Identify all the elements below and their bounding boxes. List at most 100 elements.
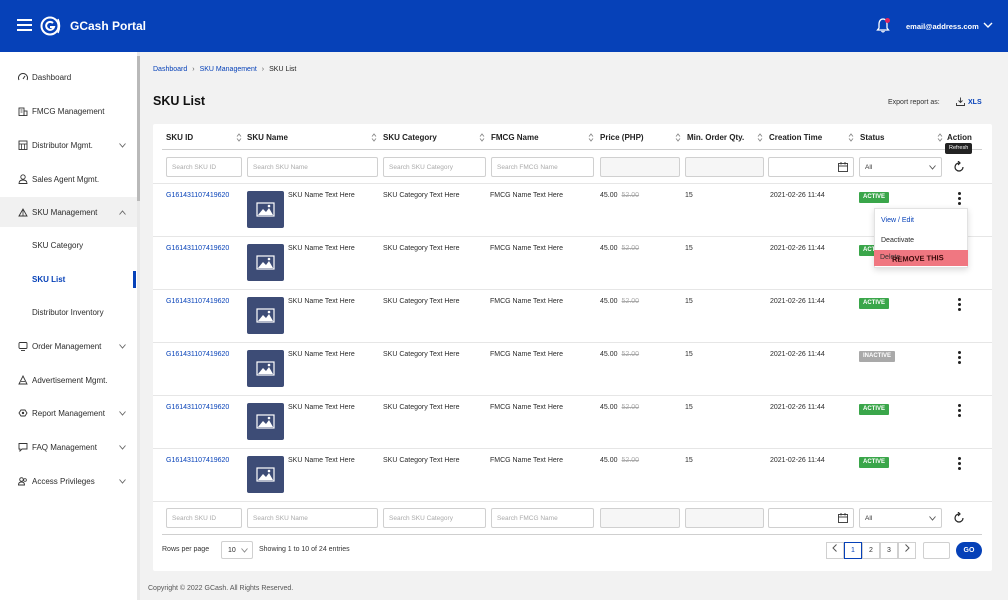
sidebar-item-dashboard[interactable]: Dashboard — [0, 62, 137, 92]
sidebar-item-fmcg-management[interactable]: FMCG Management — [0, 96, 137, 126]
sidebar-item-advertisement-mgmt[interactable]: Advertisement Mgmt. — [0, 365, 137, 395]
sku-name-filter-input[interactable]: Search SKU Name — [247, 508, 378, 528]
min-qty-filter-input[interactable] — [685, 508, 764, 528]
menu-icon[interactable] — [17, 19, 32, 31]
breadcrumb-separator-icon: › — [261, 66, 265, 73]
sidebar-item-report-management[interactable]: Report Management — [0, 398, 137, 428]
fmcg-name-filter-input[interactable]: Search FMCG Name — [491, 157, 594, 177]
sku-id-filter-input[interactable]: Search SKU ID — [166, 508, 242, 528]
sku-id-link[interactable]: G161431107419620 — [166, 404, 229, 411]
export-xls-button[interactable]: XLS — [956, 97, 982, 106]
column-header-sku-id: SKU ID — [166, 133, 194, 142]
more-actions-icon[interactable] — [954, 456, 964, 470]
more-actions-icon[interactable] — [954, 350, 964, 364]
menu-item-view-edit[interactable]: View / Edit — [875, 211, 969, 229]
sort-icon[interactable] — [757, 133, 763, 142]
min-order-qty: 15 — [685, 192, 693, 199]
sku-image-thumbnail — [247, 297, 284, 334]
sku-category: SKU Category Text Here — [383, 404, 460, 411]
sku-name: SKU Name Text Here — [288, 298, 355, 305]
fmcg-name: FMCG Name Text Here — [490, 245, 563, 252]
status-filter-value: All — [865, 164, 873, 171]
menu-item-deactivate[interactable]: Deactivate — [875, 231, 969, 249]
sidebar-scrollbar-thumb[interactable] — [137, 56, 140, 201]
active-indicator — [133, 271, 136, 288]
sort-icon[interactable] — [675, 133, 681, 142]
sort-icon[interactable] — [588, 133, 594, 142]
sku-id-link[interactable]: G161431107419620 — [166, 351, 229, 358]
rows-per-page-select[interactable]: 10 — [221, 541, 253, 559]
sku-id-link[interactable]: G161431107419620 — [166, 245, 229, 252]
refresh-icon[interactable] — [953, 512, 965, 524]
building-icon — [18, 107, 28, 116]
more-actions-icon[interactable] — [954, 297, 964, 311]
sidebar-item-order-management[interactable]: Order Management — [0, 331, 137, 361]
prev-page-button[interactable] — [826, 542, 844, 559]
fmcg-name: FMCG Name Text Here — [490, 457, 563, 464]
image-icon — [256, 467, 275, 482]
sku-category-filter-input[interactable]: Search SKU Category — [383, 157, 486, 177]
price-filter-input[interactable] — [600, 508, 680, 528]
sku-id-link[interactable]: G161431107419620 — [166, 192, 229, 199]
chevron-down-icon — [119, 445, 126, 450]
sort-icon[interactable] — [236, 133, 242, 142]
sort-icon[interactable] — [848, 133, 854, 142]
fmcg-name-filter-input[interactable]: Search FMCG Name — [491, 508, 594, 528]
sidebar-subitem-distributor-inventory[interactable]: Distributor Inventory — [0, 297, 137, 327]
page-number-input[interactable] — [923, 542, 950, 559]
sidebar-subitem-sku-list[interactable]: SKU List — [0, 264, 137, 294]
creation-time: 2021-02-26 11:44 — [770, 351, 825, 358]
sort-icon[interactable] — [937, 133, 943, 142]
go-button[interactable]: GO — [956, 542, 982, 559]
column-header-creation-time: Creation Time — [769, 133, 823, 142]
status-filter-select[interactable]: All — [859, 508, 942, 528]
sidebar-item-faq-management[interactable]: FAQ Management — [0, 432, 137, 462]
calendar-icon[interactable] — [838, 513, 848, 523]
sku-category: SKU Category Text Here — [383, 245, 460, 252]
price: 45.00 52.00 — [600, 245, 639, 252]
page-1-button[interactable]: 1 — [844, 542, 862, 559]
menu-item-delete[interactable]: Delete REMOVE THIS — [874, 250, 968, 266]
sidebar-item-distributor-mgmt[interactable]: Distributor Mgmt. — [0, 130, 137, 160]
export-format: XLS — [968, 99, 982, 106]
status-filter-select[interactable]: All — [859, 157, 942, 177]
price-filter-input[interactable] — [600, 157, 680, 177]
chevron-right-icon — [905, 544, 910, 552]
sku-name: SKU Name Text Here — [288, 351, 355, 358]
creation-time: 2021-02-26 11:44 — [770, 457, 825, 464]
sku-image-thumbnail — [247, 403, 284, 440]
sku-id-filter-input[interactable]: Search SKU ID — [166, 157, 242, 177]
min-qty-filter-input[interactable] — [685, 157, 764, 177]
sidebar-item-sku-management[interactable]: SKU Management — [0, 197, 137, 227]
sidebar: Dashboard FMCG Management Distributor Mg… — [0, 52, 137, 600]
chevron-down-icon — [929, 516, 936, 521]
sort-icon[interactable] — [479, 133, 485, 142]
rows-per-page-value: 10 — [228, 547, 236, 554]
sku-category-filter-input[interactable]: Search SKU Category — [383, 508, 486, 528]
more-actions-icon[interactable] — [954, 191, 964, 205]
sidebar-item-sales-agent-mgmt[interactable]: Sales Agent Mgmt. — [0, 164, 137, 194]
user-email[interactable]: email@address.com — [906, 22, 979, 31]
sidebar-subitem-label: Distributor Inventory — [32, 308, 104, 317]
more-actions-icon[interactable] — [954, 403, 964, 417]
chevron-down-icon[interactable] — [983, 21, 993, 29]
breadcrumb-sku-management[interactable]: SKU Management — [200, 66, 257, 73]
old-price: 52.00 — [621, 298, 640, 305]
next-page-button[interactable] — [898, 542, 916, 559]
fmcg-name: FMCG Name Text Here — [490, 192, 563, 199]
page-2-button[interactable]: 2 — [862, 542, 880, 559]
price: 45.00 52.00 — [600, 351, 639, 358]
sku-id-link[interactable]: G161431107419620 — [166, 298, 229, 305]
calendar-icon[interactable] — [838, 162, 848, 172]
breadcrumb-separator-icon: › — [192, 66, 195, 73]
sku-name-filter-input[interactable]: Search SKU Name — [247, 157, 378, 177]
chevron-down-icon — [241, 548, 248, 553]
min-order-qty: 15 — [685, 245, 693, 252]
sidebar-item-access-privileges[interactable]: Access Privileges — [0, 466, 137, 496]
sku-id-link[interactable]: G161431107419620 — [166, 457, 229, 464]
page-3-button[interactable]: 3 — [880, 542, 898, 559]
sidebar-subitem-sku-category[interactable]: SKU Category — [0, 230, 137, 260]
sort-icon[interactable] — [371, 133, 377, 142]
refresh-icon[interactable] — [953, 161, 965, 173]
breadcrumb-dashboard[interactable]: Dashboard — [153, 66, 187, 73]
